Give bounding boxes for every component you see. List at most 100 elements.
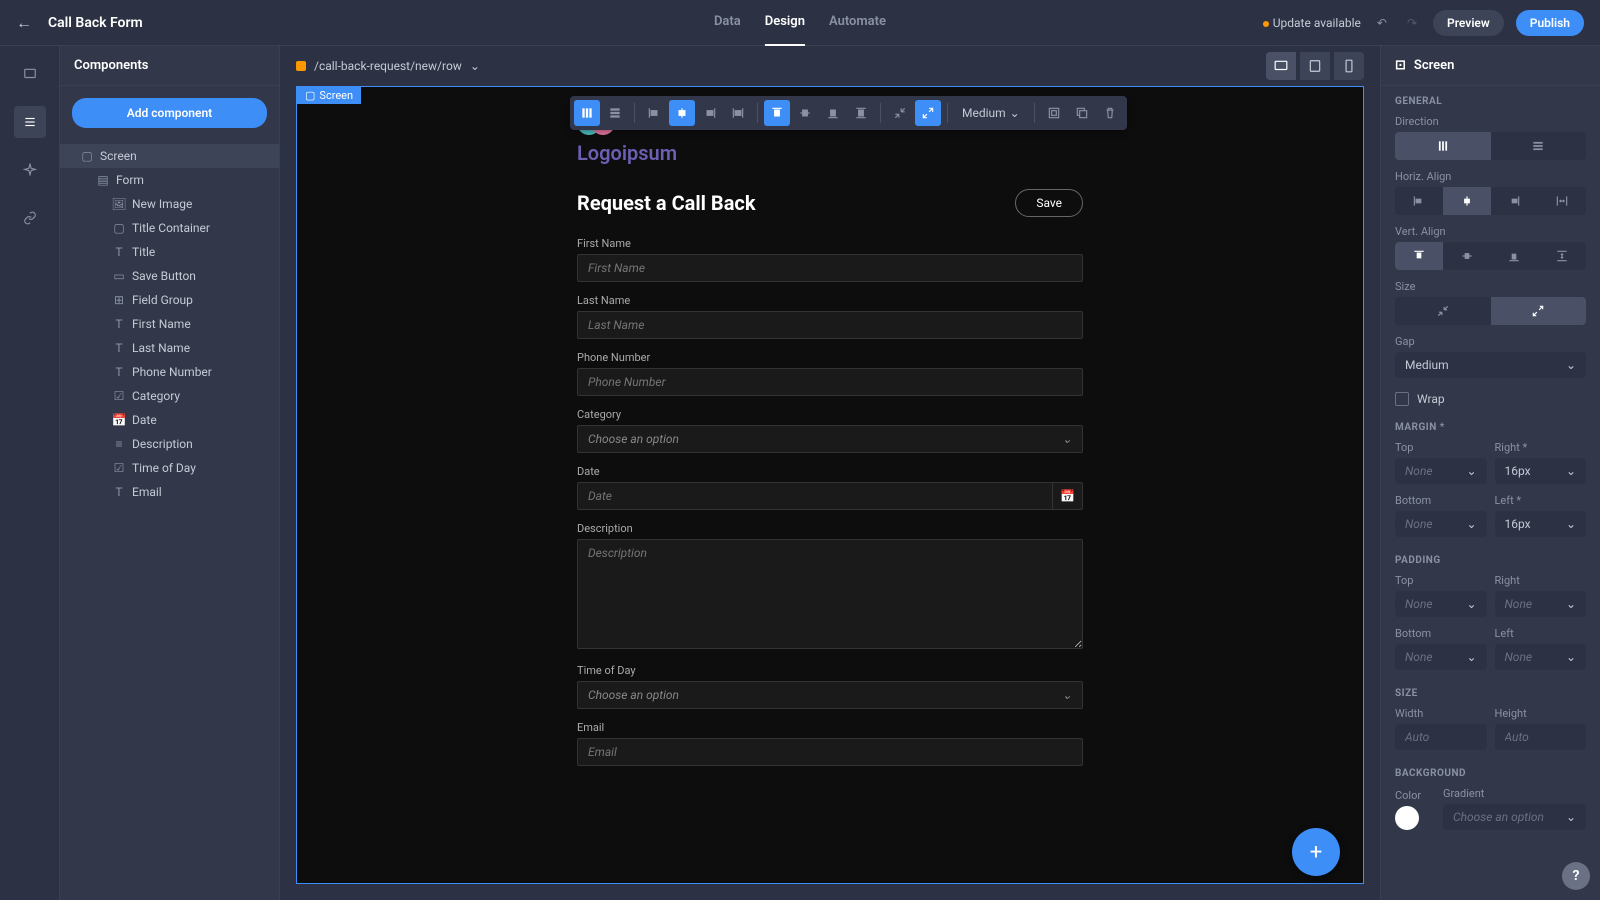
email-input[interactable] [577,738,1083,766]
halign-start-icon[interactable] [641,100,667,126]
help-button[interactable]: ? [1562,862,1590,890]
halign-center-icon[interactable] [669,100,695,126]
halign-end-button[interactable] [1491,187,1539,215]
padding-right-select[interactable]: None⌄ [1495,591,1587,617]
time-of-day-select[interactable]: Choose an option⌄ [577,681,1083,709]
design-canvas[interactable]: ▢ Screen Logoipsum Request a Call Back S… [296,86,1364,884]
rail-theme-icon[interactable] [14,154,46,186]
size-grow-icon[interactable] [915,100,941,126]
margin-top-select[interactable]: None⌄ [1395,458,1487,484]
undo-icon[interactable]: ↶ [1373,12,1391,34]
rail-links-icon[interactable] [14,202,46,234]
valign-end-icon[interactable] [820,100,846,126]
redo-icon[interactable]: ↷ [1403,12,1421,34]
gap-select[interactable]: Medium⌄ [1395,352,1586,378]
valign-stretch-icon[interactable] [848,100,874,126]
last-name-input[interactable] [577,311,1083,339]
width-input[interactable] [1395,724,1487,750]
margin-left-select[interactable]: 16px⌄ [1495,511,1587,537]
section-general: GENERAL [1381,86,1600,113]
tree-item-first-name[interactable]: TFirst Name [60,312,279,336]
chevron-down-icon: ⌄ [1466,650,1476,664]
description-textarea[interactable] [577,539,1083,649]
tree-item-email[interactable]: TEmail [60,480,279,504]
valign-center-button[interactable] [1443,242,1491,270]
text-icon: T [112,245,126,259]
back-arrow-icon[interactable]: ← [16,13,32,33]
save-button[interactable]: Save [1015,189,1083,217]
add-fab-button[interactable]: + [1292,828,1340,876]
tree-item-title-container[interactable]: ▢Title Container [60,216,279,240]
tree-item-save-button[interactable]: ▭Save Button [60,264,279,288]
direction-row-icon[interactable] [602,100,628,126]
preview-button[interactable]: Preview [1433,10,1504,36]
text-icon: T [112,341,126,355]
time-of-day-label: Time of Day [577,664,1083,677]
padding-top-select[interactable]: None⌄ [1395,591,1487,617]
date-input[interactable] [577,482,1053,510]
chevron-down-icon[interactable]: ⌄ [470,59,480,73]
direction-column-button[interactable] [1395,132,1491,160]
padding-icon[interactable] [1041,100,1067,126]
halign-stretch-button[interactable] [1538,187,1586,215]
phone-input[interactable] [577,368,1083,396]
tab-automate[interactable]: Automate [829,0,886,46]
category-select[interactable]: Choose an option⌄ [577,425,1083,453]
padding-left-select[interactable]: None⌄ [1495,644,1587,670]
halign-center-button[interactable] [1443,187,1491,215]
tree-item-new-image[interactable]: 🖼New Image [60,192,279,216]
update-indicator[interactable]: Update available [1263,16,1361,30]
bg-color-swatch[interactable] [1395,806,1419,830]
valign-end-button[interactable] [1491,242,1539,270]
direction-row-button[interactable] [1491,132,1587,160]
calendar-icon[interactable]: 📅 [1053,482,1083,510]
margin-right-select[interactable]: 16px⌄ [1495,458,1587,484]
gap-select[interactable]: Medium ⌄ [954,102,1028,124]
size-shrink-button[interactable] [1395,297,1491,325]
chevron-down-icon: ⌄ [1566,464,1576,478]
rail-screen-icon[interactable] [14,58,46,90]
tree-item-description[interactable]: ≡Description [60,432,279,456]
halign-start-button[interactable] [1395,187,1443,215]
add-component-button[interactable]: Add component [72,98,267,128]
tree-item-field-group[interactable]: ⊞Field Group [60,288,279,312]
first-name-input[interactable] [577,254,1083,282]
wrap-checkbox-row[interactable]: Wrap [1381,386,1600,412]
tree-item-phone-number[interactable]: TPhone Number [60,360,279,384]
size-shrink-icon[interactable] [887,100,913,126]
tree-item-date[interactable]: 📅Date [60,408,279,432]
valign-center-icon[interactable] [792,100,818,126]
tab-data[interactable]: Data [714,0,741,46]
chevron-down-icon: ⌄ [1566,517,1576,531]
halign-stretch-icon[interactable] [725,100,751,126]
section-size: SIZE [1381,678,1600,705]
bg-gradient-select[interactable]: Choose an option⌄ [1443,804,1586,830]
margin-bottom-select[interactable]: None⌄ [1395,511,1487,537]
rail-components-icon[interactable] [14,106,46,138]
device-mobile-button[interactable] [1334,52,1364,80]
device-tablet-button[interactable] [1300,52,1330,80]
wrap-checkbox[interactable] [1395,392,1409,406]
tree-item-title[interactable]: TTitle [60,240,279,264]
size-grow-button[interactable] [1491,297,1587,325]
chevron-down-icon: ⌄ [1466,597,1476,611]
publish-button[interactable]: Publish [1516,10,1584,36]
delete-icon[interactable] [1097,100,1123,126]
tree-item-screen[interactable]: ▢Screen [60,144,279,168]
height-input[interactable] [1495,724,1587,750]
device-desktop-button[interactable] [1266,52,1296,80]
valign-stretch-button[interactable] [1538,242,1586,270]
breadcrumb[interactable]: /call-back-request/new/row ⌄ [296,59,480,73]
direction-column-icon[interactable] [574,100,600,126]
tree-item-form[interactable]: ▤Form [60,168,279,192]
screen-selection-tag[interactable]: ▢ Screen [297,87,361,104]
valign-start-icon[interactable] [764,100,790,126]
valign-start-button[interactable] [1395,242,1443,270]
halign-end-icon[interactable] [697,100,723,126]
tree-item-time-of-day[interactable]: ☑Time of Day [60,456,279,480]
tab-design[interactable]: Design [765,0,805,46]
padding-bottom-select[interactable]: None⌄ [1395,644,1487,670]
duplicate-icon[interactable] [1069,100,1095,126]
tree-item-category[interactable]: ☑Category [60,384,279,408]
tree-item-last-name[interactable]: TLast Name [60,336,279,360]
